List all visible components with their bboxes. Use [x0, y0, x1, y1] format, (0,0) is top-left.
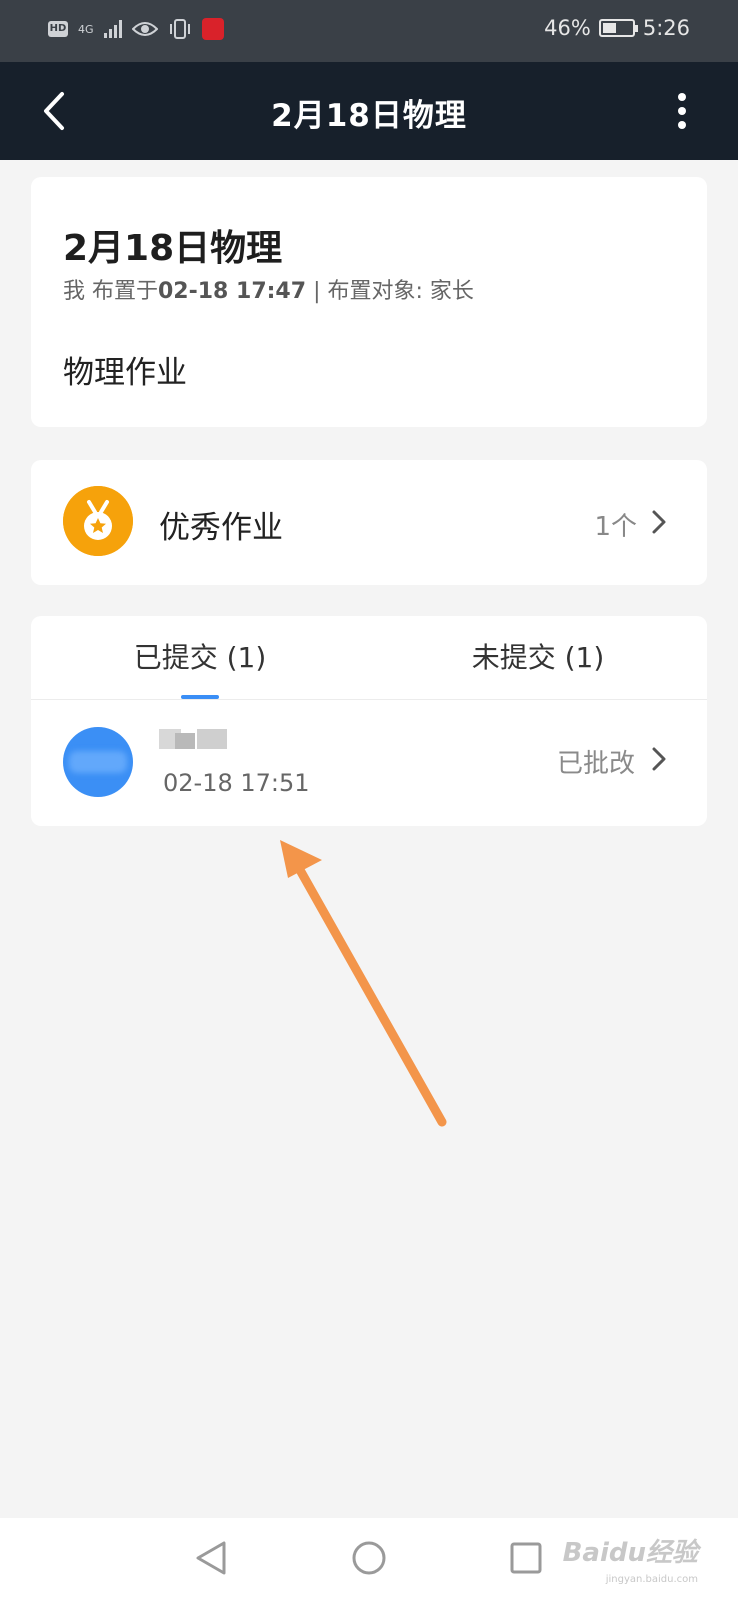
system-nav-bar: Baidu经验 jingyan.baidu.com: [0, 1518, 738, 1600]
page-title: 2月18日物理: [271, 98, 467, 134]
hd-icon: HD: [48, 21, 68, 37]
battery-icon: [598, 19, 638, 37]
submission-status: 已批改: [556, 749, 635, 779]
system-recent-apps-icon[interactable]: [508, 1540, 544, 1576]
more-menu-icon[interactable]: [676, 92, 688, 130]
assignment-description: 物理作业: [63, 355, 187, 391]
chevron-right-icon: [652, 510, 666, 534]
app-header: 2月18日物理: [0, 62, 738, 160]
status-icons-right: 46% 5:26: [544, 16, 690, 40]
back-arrow-icon[interactable]: [38, 90, 78, 132]
eye-icon: [131, 22, 158, 36]
meta-prefix: 我 布置于: [63, 279, 158, 304]
watermark-logo: Baidu经验: [562, 1538, 698, 1568]
excellent-homework-row[interactable]: 优秀作业 1个: [31, 460, 707, 585]
meta-target: | 布置对象: 家长: [313, 279, 474, 304]
assignment-meta: 我 布置于02-18 17:47 | 布置对象: 家长: [63, 273, 474, 305]
vibrate-icon: [169, 19, 190, 39]
annotation-arrow: [280, 840, 447, 1127]
status-icons-left: HD 4G: [48, 18, 224, 40]
system-back-icon[interactable]: [194, 1540, 230, 1576]
student-name-blurred: [159, 729, 233, 751]
clock: 5:26: [642, 16, 690, 40]
active-tab-indicator: [181, 695, 219, 699]
submission-row[interactable]: 02-18 17:51 已批改: [31, 701, 707, 826]
app-notification-icon: [201, 18, 224, 40]
signal-icon: [103, 20, 122, 38]
assignment-title: 2月18日物理: [63, 228, 283, 269]
battery-percent: 46%: [544, 16, 591, 40]
watermark-url: jingyan.baidu.com: [605, 1574, 698, 1585]
excellent-count: 1个: [594, 512, 637, 542]
tab-submitted[interactable]: 已提交 (1): [31, 636, 369, 676]
status-bar: HD 4G 46% 5:26: [0, 0, 738, 62]
avatar: [63, 727, 133, 797]
network-type: 4G: [78, 22, 94, 36]
submissions-card: 已提交 (1) 未提交 (1) 02-18 17:51 已批改: [31, 616, 707, 826]
assignment-card: 2月18日物理 我 布置于02-18 17:47 | 布置对象: 家长 物理作业: [31, 177, 707, 427]
excellent-label: 优秀作业: [159, 510, 283, 546]
meta-datetime: 02-18 17:47: [158, 279, 307, 304]
chevron-right-icon: [652, 747, 666, 771]
medal-icon: [63, 486, 133, 556]
tab-unsubmitted[interactable]: 未提交 (1): [369, 636, 707, 676]
system-home-icon[interactable]: [351, 1540, 387, 1576]
submission-tabs: 已提交 (1) 未提交 (1): [31, 616, 707, 700]
submission-time: 02-18 17:51: [163, 769, 310, 797]
